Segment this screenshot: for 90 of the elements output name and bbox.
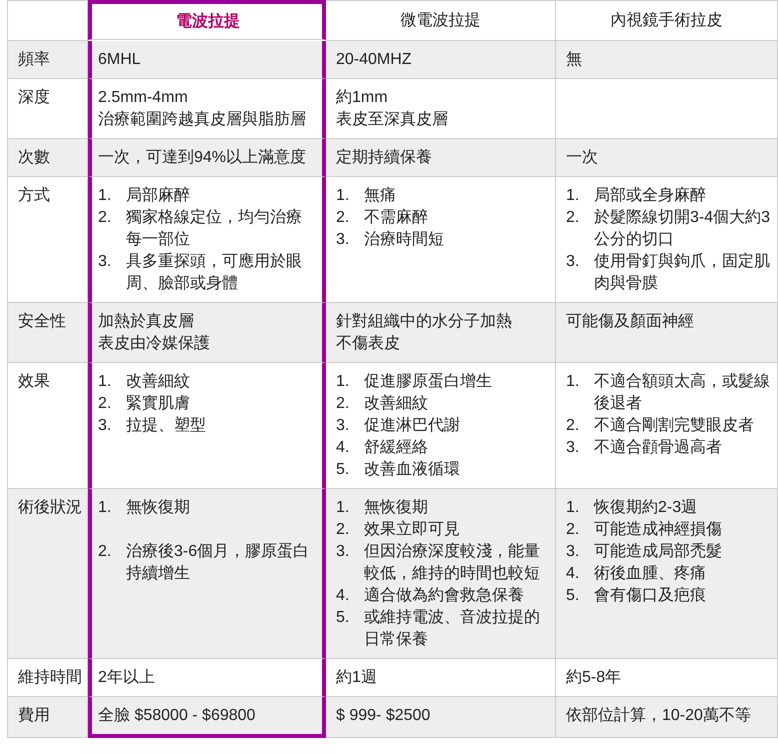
list-number: 1. (566, 498, 580, 518)
list-item-text: 緊實肌膚 (126, 394, 191, 414)
list-item-text: 不適合顴骨過高者 (594, 438, 723, 458)
list-item-text: 拉提、塑型 (126, 415, 207, 436)
list-item-text: 可能造成局部禿髮 (594, 542, 723, 562)
list-number: 3. (566, 438, 580, 458)
list-number: 2. (336, 208, 350, 228)
row-header: 費用 (8, 697, 88, 738)
list-item-text: 治療後3-6個月，膠原蛋白持續增生 (126, 542, 310, 584)
cell-text: 表皮由冷媒保護 (98, 334, 211, 354)
list-number: 3. (98, 416, 112, 436)
cell-text: 一次 (566, 148, 599, 168)
list-item-text: 局部或全身麻醉 (594, 186, 707, 206)
cell-text: 全臉 $58000 - $69800 (98, 706, 256, 726)
list-number: 1. (336, 498, 350, 518)
list-number: 5. (336, 608, 350, 628)
cell-text: 依部位計算，10-20萬不等 (566, 706, 752, 726)
list-item-text: 促進淋巴代謝 (364, 416, 461, 436)
list-number: 2. (98, 542, 112, 562)
list-number: 4. (566, 564, 580, 584)
list-item-text: 改善細紋 (364, 393, 429, 414)
cell-text: 2年以上 (98, 668, 156, 688)
list-item-text: 恢復期約2-3週 (594, 498, 698, 518)
list-number: 4. (336, 586, 350, 606)
list-item-text: 改善血液循環 (364, 459, 461, 480)
list-number: 3. (336, 230, 350, 250)
list-item-text: 不適合額頭太高，或髮線後退者 (594, 372, 771, 414)
list-item-text: 無恢復期 (126, 498, 191, 518)
list-item-text: 獨家格線定位，均勻治療每一部位 (126, 208, 303, 250)
cell-text: 約1mm (336, 88, 389, 108)
list-item-text: 治療時間短 (364, 230, 445, 250)
list-number: 1. (566, 186, 580, 206)
list-number: 2. (336, 394, 350, 414)
cell-text: 約1週 (336, 668, 378, 688)
list-number: 2. (98, 208, 112, 228)
cell-text: 定期持續保養 (336, 148, 433, 168)
list-item-text: 效果立即可見 (364, 520, 461, 540)
list-number: 1. (98, 186, 112, 206)
list-item-text: 無恢復期 (364, 498, 429, 518)
list-item-text: 改善細紋 (126, 371, 191, 392)
list-item-text: 適合做為約會救急保養 (364, 586, 525, 606)
list-number: 5. (566, 586, 580, 606)
cell-text: 表皮至深真皮層 (336, 110, 449, 130)
list-number: 2. (566, 520, 580, 540)
list-item-text: 於髮際線切開3-4個大約3公分的切口 (594, 208, 771, 250)
list-number: 1. (98, 498, 112, 518)
cell-text: 一次，可達到94%以上滿意度 (98, 148, 308, 168)
row-header: 安全性 (8, 303, 88, 363)
cell-text: $ 999- $2500 (336, 706, 432, 726)
list-item-text: 會有傷口及疤痕 (594, 586, 707, 606)
list-number: 1. (98, 372, 112, 392)
list-item-text: 或維持電波、音波拉提的日常保養 (364, 608, 541, 650)
cell-text: 無 (566, 50, 583, 70)
list-item-text: 不需麻醉 (364, 208, 429, 228)
list-item-text: 無痛 (364, 186, 397, 206)
list-number: 3. (566, 542, 580, 562)
list-number: 3. (98, 252, 112, 272)
row-header: 頻率 (8, 41, 88, 79)
list-item-text: 局部麻醉 (126, 186, 191, 206)
list-item-text: 可能造成神經損傷 (594, 520, 723, 540)
cell-text: 6MHL (98, 50, 142, 70)
list-number: 3. (566, 252, 580, 272)
list-number: 3. (336, 416, 350, 436)
cell-text: 治療範圍跨越真皮層與脂肪層 (98, 110, 307, 130)
list-number: 2. (336, 520, 350, 540)
list-number: 2. (566, 416, 580, 436)
list-number: 5. (336, 460, 350, 480)
list-item-text: 使用骨釘與鉤爪，固定肌肉與骨膜 (594, 252, 771, 294)
list-number: 2. (98, 394, 112, 414)
list-number: 1. (336, 372, 350, 392)
cell-text: 約5-8年 (566, 668, 622, 688)
cell-text: 加熱於真皮層 (98, 312, 195, 332)
list-item-text: 舒緩經絡 (364, 438, 429, 458)
row-header: 術後狀況 (8, 489, 88, 659)
cell-text: 20-40MHZ (336, 50, 413, 70)
cell-text: 可能傷及顏面神經 (566, 312, 695, 332)
list-item-text: 具多重探頭，可應用於眼周、臉部或身體 (126, 252, 303, 294)
cell-text: 不傷表皮 (336, 334, 401, 354)
list-item-text: 不適合剛割完雙眼皮者 (594, 416, 755, 436)
list-number: 4. (336, 438, 350, 458)
list-number: 1. (566, 372, 580, 392)
list-item-text: 但因治療深度較淺，能量較低，維持的時間也較短 (364, 542, 541, 584)
list-number: 3. (336, 542, 350, 562)
list-number: 2. (566, 208, 580, 228)
row-header: 次數 (8, 139, 88, 177)
list-number: 1. (336, 186, 350, 206)
cell-text: 2.5mm-4mm (98, 88, 189, 108)
list-item-text: 術後血腫、疼痛 (594, 564, 707, 584)
list-item-text: 促進膠原蛋白增生 (364, 372, 493, 392)
cell-text: 針對組織中的水分子加熱 (336, 312, 513, 332)
